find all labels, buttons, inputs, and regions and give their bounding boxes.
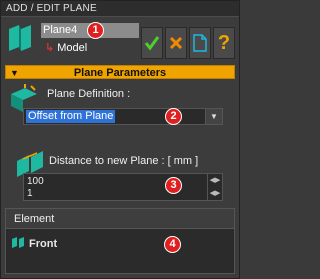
element-column-header[interactable]: Element xyxy=(6,209,234,229)
distance-value-1: 100 xyxy=(27,176,44,187)
tree-item-model[interactable]: ↳ Model xyxy=(45,41,87,56)
plane-definition-value: Offset from Plane xyxy=(26,110,116,123)
tree-item-model-label: Model xyxy=(57,42,88,54)
plane-definition-label: Plane Definition : xyxy=(47,88,131,100)
cancel-button[interactable] xyxy=(165,27,187,59)
callout-badge-1: 1 xyxy=(87,22,104,39)
spin-down-icon[interactable]: ◀▶ xyxy=(208,187,222,200)
cross-icon xyxy=(169,36,183,50)
distance-spinner[interactable]: ◀▶ ◀▶ xyxy=(207,174,222,200)
callout-badge-4: 4 xyxy=(164,236,181,253)
plane-icon xyxy=(12,237,24,248)
chevron-down-icon[interactable]: ▼ xyxy=(205,109,222,124)
plane-parameters-header[interactable]: ▼ Plane Parameters xyxy=(5,65,235,79)
help-button[interactable]: ? xyxy=(213,27,235,59)
plane-parameters-title: Plane Parameters xyxy=(73,67,167,79)
spin-up-icon[interactable]: ◀▶ xyxy=(208,174,222,187)
element-row-label: Front xyxy=(29,238,58,250)
plane-tree-icon xyxy=(7,25,37,51)
child-arrow-icon: ↳ xyxy=(45,42,55,54)
add-edit-plane-panel: ADD / EDIT PLANE Plane4 1 ↳ Model ? ▼ Pla… xyxy=(0,0,240,279)
distance-input[interactable]: 100 1 ◀▶ ◀▶ xyxy=(23,173,223,201)
distance-value-2: 1 xyxy=(27,188,33,199)
ok-button[interactable] xyxy=(141,27,163,59)
plane-definition-select[interactable]: Offset from Plane ▼ xyxy=(23,108,223,125)
distance-label: Distance to new Plane : [ mm ] xyxy=(49,155,199,167)
table-row[interactable]: Front xyxy=(6,236,234,252)
callout-badge-2: 2 xyxy=(165,108,182,125)
plane-tree: Plane4 1 ↳ Model xyxy=(5,21,139,63)
collapse-triangle-icon: ▼ xyxy=(10,68,19,78)
panel-title: ADD / EDIT PLANE xyxy=(1,1,239,17)
element-table: Element Front 4 xyxy=(5,208,235,274)
new-document-button[interactable] xyxy=(189,27,211,59)
callout-badge-3: 3 xyxy=(165,177,182,194)
document-icon xyxy=(193,34,207,52)
check-icon xyxy=(144,36,160,51)
